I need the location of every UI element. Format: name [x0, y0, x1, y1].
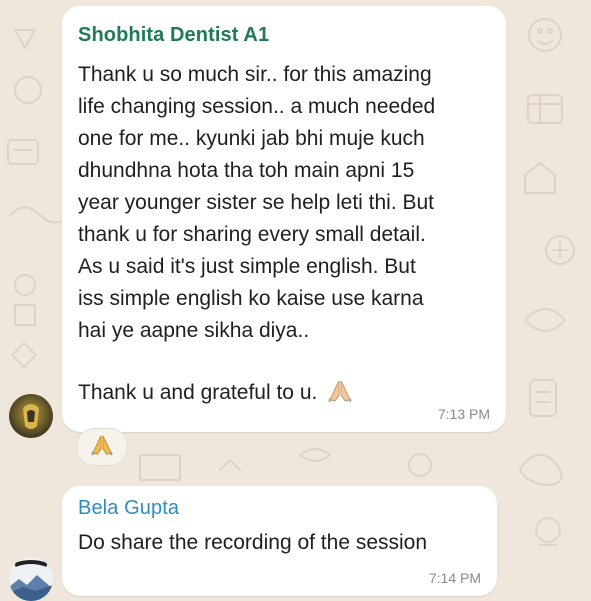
message-timestamp: 7:14 PM: [428, 570, 481, 586]
message-bubble[interactable]: Shobhita Dentist A1 Thank u so much sir.…: [62, 6, 506, 432]
sender-avatar[interactable]: [9, 557, 53, 601]
message-timestamp: 7:13 PM: [437, 406, 490, 422]
message-reaction[interactable]: [76, 428, 128, 466]
sender-name[interactable]: Bela Gupta: [78, 497, 179, 520]
sender-avatar[interactable]: [9, 394, 53, 438]
folded-hands-icon: [327, 347, 353, 413]
folded-hands-icon: [90, 434, 114, 461]
message-text: Thank u so much sir.. for this amazing l…: [78, 59, 492, 413]
message-text: Do share the recording of the session: [78, 531, 428, 554]
sender-name[interactable]: Shobhita Dentist A1: [78, 24, 269, 47]
message-bubble[interactable]: Bela Gupta Do share the recording of the…: [62, 486, 497, 596]
